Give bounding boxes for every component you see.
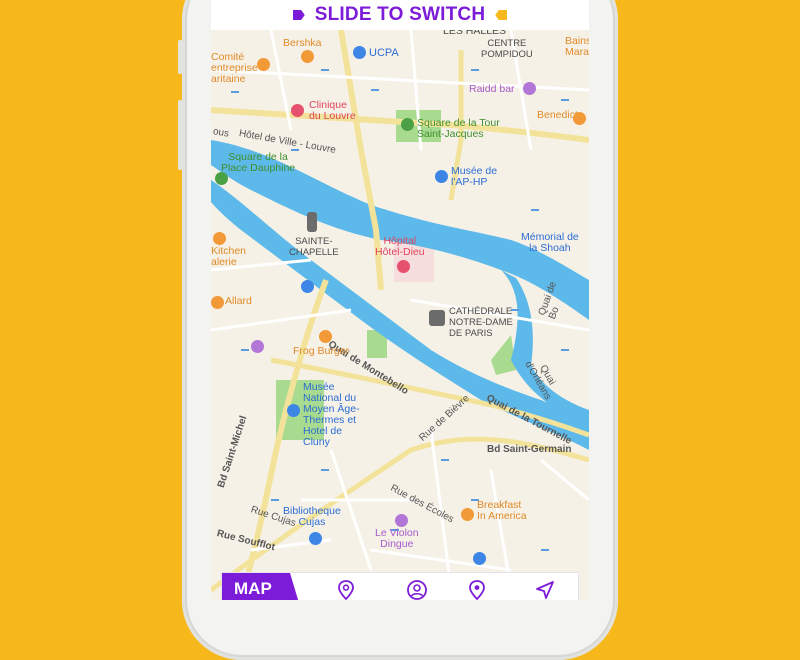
museum-icon[interactable]	[287, 404, 300, 417]
map-label-musee-aphp[interactable]: Musée de l'AP-HP	[451, 166, 497, 188]
location-icon[interactable]	[466, 579, 488, 600]
phone-screen: LES HALLES Bershka UCPA CENTRE POMPIDOU …	[211, 0, 589, 600]
restaurant-icon[interactable]	[213, 232, 226, 245]
metro-icon[interactable]	[473, 552, 486, 565]
restaurant-icon[interactable]	[573, 112, 586, 125]
church-icon[interactable]	[307, 212, 317, 232]
tab-map[interactable]: MAP	[222, 573, 302, 600]
restaurant-icon[interactable]	[211, 296, 224, 309]
navigation-icon[interactable]	[534, 579, 556, 600]
street-bd-saint-germain: Bd Saint-Germain	[487, 444, 572, 455]
bar-icon[interactable]	[523, 82, 536, 95]
map-label-raidd-bar[interactable]: Raidd bar	[469, 84, 515, 95]
map-label-bershka[interactable]: Bershka	[283, 38, 322, 49]
shop-icon[interactable]	[257, 58, 270, 71]
map-label-kitchen-galerie[interactable]: Kitchen alerie	[211, 246, 246, 268]
museum-icon[interactable]	[435, 170, 448, 183]
map-label-ucpa[interactable]: UCPA	[369, 48, 399, 59]
shop-icon[interactable]	[301, 50, 314, 63]
map-label-frog-burger[interactable]: Frog Burger	[293, 346, 349, 357]
park-icon[interactable]	[401, 118, 414, 131]
cathedral-icon[interactable]	[429, 310, 445, 326]
sports-icon[interactable]	[353, 46, 366, 59]
cinema-icon[interactable]	[251, 340, 264, 353]
library-icon[interactable]	[309, 532, 322, 545]
slide-to-switch-banner[interactable]: SLIDE TO SWITCH	[211, 0, 589, 30]
restaurant-icon[interactable]	[319, 330, 332, 343]
map-label-clinique-du-louvre[interactable]: Clinique du Louvre	[309, 100, 356, 122]
park-icon[interactable]	[215, 172, 228, 185]
pin-icon[interactable]	[335, 579, 357, 600]
map-label-bains-marais[interactable]: Bains Marais	[565, 36, 589, 58]
bottom-tab-bar: MAP	[221, 572, 579, 600]
hospital-icon[interactable]	[291, 104, 304, 117]
arrow-right-icon	[495, 10, 508, 20]
map-label-hopital-hotel-dieu[interactable]: Hôpital Hôtel-Dieu	[375, 236, 425, 258]
map-label-breakfast-in-america[interactable]: Breakfast In America	[477, 500, 527, 522]
map-label-square-tour-saint-jacques[interactable]: Square de la Tour Saint-Jacques	[417, 118, 500, 140]
restaurant-icon[interactable]	[461, 508, 474, 521]
hospital-icon[interactable]	[397, 260, 410, 273]
map-label-centre-pompidou[interactable]: CENTRE POMPIDOU	[481, 38, 533, 60]
map-label-le-violon-dingue[interactable]: Le Violon Dingue	[375, 528, 419, 550]
map-view[interactable]: LES HALLES Bershka UCPA CENTRE POMPIDOU …	[211, 26, 589, 600]
map-label-benedict[interactable]: Benedict	[537, 110, 578, 121]
map-label-square-dauphine[interactable]: Square de la Place Dauphine	[221, 152, 295, 174]
profile-icon[interactable]	[406, 579, 428, 600]
bar-icon[interactable]	[395, 514, 408, 527]
arrow-left-icon	[292, 10, 305, 20]
metro-icon[interactable]	[301, 280, 314, 293]
map-label-notre-dame[interactable]: CATHÉDRALE NOTRE-DAME DE PARIS	[449, 306, 513, 339]
tab-map-label: MAP	[234, 579, 272, 598]
map-label-allard[interactable]: Allard	[225, 296, 252, 307]
banner-title: SLIDE TO SWITCH	[314, 4, 486, 25]
map-label-memorial-shoah[interactable]: Mémorial de la Shoah	[521, 232, 579, 254]
map-label-comite[interactable]: Comité entreprise aritaine	[211, 52, 258, 85]
map-label-musee-moyen-age[interactable]: Musée National du Moyen Âge- Thermes et …	[303, 382, 360, 448]
map-label-sainte-chapelle[interactable]: SAINTE- CHAPELLE	[289, 236, 339, 258]
